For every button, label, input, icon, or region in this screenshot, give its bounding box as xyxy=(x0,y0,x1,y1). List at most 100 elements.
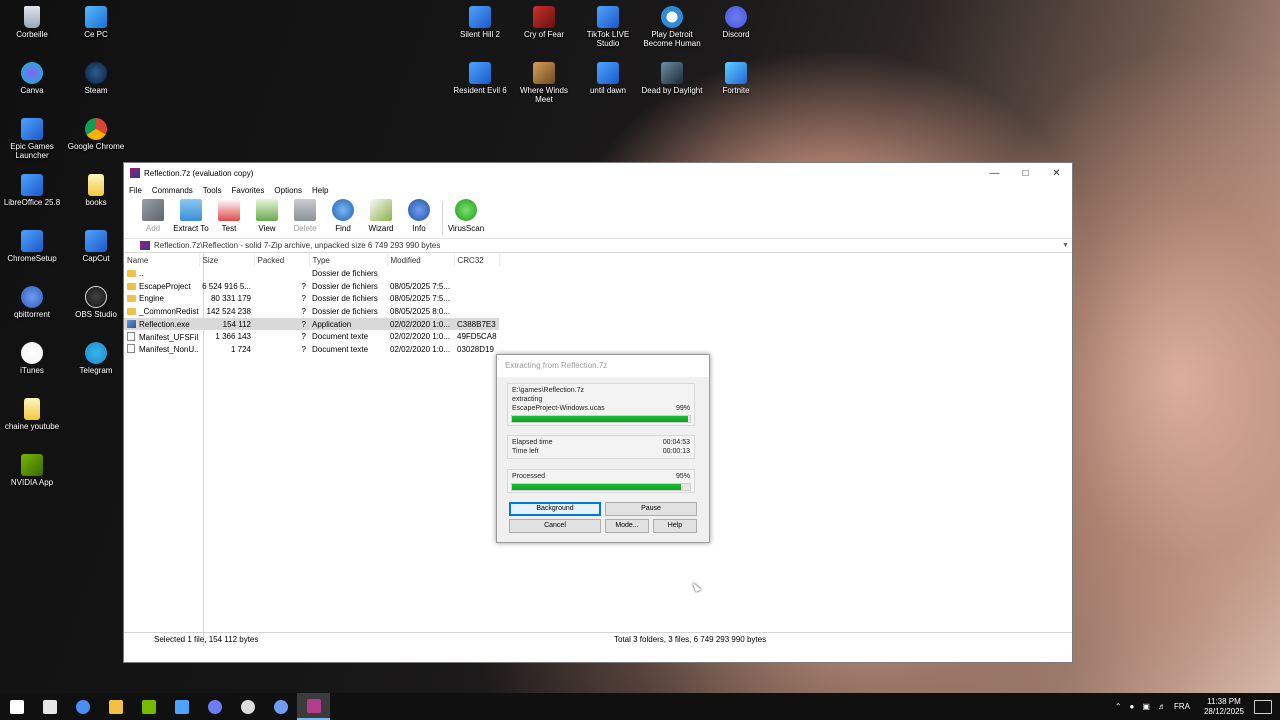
table-row[interactable]: Manifest_UFSFil... 1 366 143? Document tex… xyxy=(124,330,499,343)
desktop-shortcut[interactable]: LibreOffice 25.8 xyxy=(0,174,64,207)
title-bar[interactable]: Reflection.7z (evaluation copy) — □ ✕ xyxy=(124,163,1072,183)
taskbar-app[interactable] xyxy=(264,693,297,720)
close-button[interactable]: ✕ xyxy=(1041,163,1072,183)
taskbar-app[interactable] xyxy=(132,693,165,720)
desktop-shortcut[interactable]: NVIDIA App xyxy=(0,454,64,487)
wizard-button[interactable]: Wizard xyxy=(362,199,400,233)
desktop-shortcut[interactable]: Resident Evil 6 xyxy=(448,62,512,95)
desktop-shortcut[interactable]: Fortnite xyxy=(704,62,768,95)
desktop-shortcut[interactable]: Corbeille xyxy=(0,6,64,39)
where-winds-meet-icon xyxy=(533,62,555,84)
chevron-up-icon[interactable]: ⌃ xyxy=(1115,702,1122,711)
this-pc-icon xyxy=(85,6,107,28)
view-button[interactable]: View xyxy=(248,199,286,233)
language-indicator[interactable]: FRA xyxy=(1174,702,1190,711)
maximize-button[interactable]: □ xyxy=(1010,163,1041,183)
menu-tools[interactable]: Tools xyxy=(203,186,222,195)
taskbar-app[interactable] xyxy=(297,693,330,720)
desktop-shortcut[interactable]: iTunes xyxy=(0,342,64,375)
column-header-type[interactable]: Type xyxy=(309,253,388,267)
game-shortcut-icon xyxy=(469,6,491,28)
clock-time: 11:38 PM xyxy=(1207,696,1241,706)
table-row[interactable]: _CommonRedist 142 524 238? Dossier de fich… xyxy=(124,305,499,318)
menu-help[interactable]: Help xyxy=(312,186,328,195)
microphone-icon[interactable]: ● xyxy=(1130,702,1135,711)
processed-label: Processed xyxy=(512,473,546,480)
status-selection: Selected 1 file, 154 112 bytes xyxy=(154,635,259,644)
delete-button[interactable]: Delete xyxy=(286,199,324,233)
menu-favorites[interactable]: Favorites xyxy=(231,186,264,195)
desktop-shortcut[interactable]: books xyxy=(64,174,128,207)
help-button[interactable]: Help xyxy=(653,519,697,533)
pause-button[interactable]: Pause xyxy=(605,502,697,516)
dialog-title[interactable]: Extracting from Reflection.7z xyxy=(497,355,709,377)
desktop-shortcut[interactable]: Canva xyxy=(0,62,64,95)
steam-icon xyxy=(85,62,107,84)
cancel-button[interactable]: Cancel xyxy=(509,519,601,533)
cell-packed: ? xyxy=(301,332,306,342)
column-header-name[interactable]: Name xyxy=(124,253,200,267)
processed-group: Processed 95% xyxy=(507,469,695,493)
add-button[interactable]: Add xyxy=(134,199,172,233)
column-header-crc32[interactable]: CRC32 xyxy=(454,253,500,267)
test-button[interactable]: Test xyxy=(210,199,248,233)
address-bar[interactable]: Reflection.7z\Reflection - solid 7-Zip a… xyxy=(124,239,1072,253)
desktop-shortcut[interactable]: CapCut xyxy=(64,230,128,263)
cell-name: _CommonRedist xyxy=(139,306,199,316)
taskbar-app[interactable] xyxy=(198,693,231,720)
volume-icon[interactable]: ♬ xyxy=(1158,702,1166,711)
column-header-size[interactable]: Size xyxy=(199,253,255,267)
taskbar-app[interactable] xyxy=(0,693,33,720)
desktop-shortcut[interactable]: Where Winds Meet xyxy=(512,62,576,104)
desktop-shortcut[interactable]: Discord xyxy=(704,6,768,39)
desktop-shortcut[interactable]: Steam xyxy=(64,62,128,95)
menu-file[interactable]: File xyxy=(129,186,142,195)
desktop-shortcut[interactable]: Epic Games Launcher xyxy=(0,118,64,160)
background-button[interactable]: Background xyxy=(509,502,601,516)
desktop-shortcut[interactable]: Telegram xyxy=(64,342,128,375)
desktop-shortcut[interactable]: TikTok LIVE Studio xyxy=(576,6,640,48)
toolbar-separator xyxy=(442,201,443,235)
column-header-packed[interactable]: Packed xyxy=(254,253,310,267)
extract-to-button[interactable]: Extract To xyxy=(172,199,210,233)
desktop-shortcut[interactable]: Ce PC xyxy=(64,6,128,39)
menu-commands[interactable]: Commands xyxy=(152,186,193,195)
taskbar-app[interactable] xyxy=(231,693,264,720)
desktop-shortcut[interactable]: chaine youtube xyxy=(0,398,64,431)
info-button[interactable]: Info xyxy=(400,199,438,233)
table-row[interactable]: EscapeProject 6 524 916 5...? Dossier de f… xyxy=(124,280,499,293)
desktop-shortcut[interactable]: Dead by Daylight xyxy=(640,62,704,95)
taskbar-app[interactable] xyxy=(33,693,66,720)
table-row[interactable]: Manifest_NonU... 1 724? Document texte 02/0… xyxy=(124,343,499,356)
table-row[interactable]: Engine 80 331 179? Dossier de fichiers 08/0… xyxy=(124,292,499,305)
canva-icon xyxy=(21,62,43,84)
desktop-shortcut[interactable]: Cry of Fear xyxy=(512,6,576,39)
mode-button[interactable]: Mode... xyxy=(605,519,649,533)
taskbar-app[interactable] xyxy=(66,693,99,720)
chevron-down-icon[interactable]: ▼ xyxy=(1062,242,1072,249)
cell-type: Document texte xyxy=(312,332,369,342)
desktop-shortcut[interactable]: until dawn xyxy=(576,62,640,95)
network-icon[interactable]: ▣ xyxy=(1142,702,1150,711)
minimize-button[interactable]: — xyxy=(979,163,1010,183)
virusscan-button[interactable]: VirusScan xyxy=(447,199,485,233)
taskbar-app[interactable] xyxy=(99,693,132,720)
desktop-shortcut[interactable]: Silent Hill 2 xyxy=(448,6,512,39)
desktop-shortcut[interactable]: Play Detroit Become Human xyxy=(640,6,704,48)
table-row[interactable]: .. Dossier de fichiers xyxy=(124,267,499,280)
virus-scan-icon xyxy=(455,199,477,221)
menu-options[interactable]: Options xyxy=(274,186,302,195)
find-button[interactable]: Find xyxy=(324,199,362,233)
column-header-modified[interactable]: Modified xyxy=(387,253,455,267)
notification-icon[interactable] xyxy=(1254,699,1272,714)
desktop-shortcut[interactable]: OBS Studio xyxy=(64,286,128,319)
desktop-shortcut[interactable]: qbittorrent xyxy=(0,286,64,319)
table-row[interactable]: Reflection.exe 154 112? Application 02/02/2… xyxy=(124,317,499,331)
desktop-shortcut[interactable]: Google Chrome xyxy=(64,118,128,151)
taskbar-app[interactable] xyxy=(165,693,198,720)
cell-size: 6 524 916 5... xyxy=(202,281,251,291)
desktop-shortcut[interactable]: ChromeSetup xyxy=(0,230,64,263)
clock[interactable]: 11:38 PM 28/12/2025 xyxy=(1204,697,1244,717)
archive-path: E:\games\Reflection.7z xyxy=(512,387,584,394)
desktop-shortcut-label: Canva xyxy=(20,86,44,95)
